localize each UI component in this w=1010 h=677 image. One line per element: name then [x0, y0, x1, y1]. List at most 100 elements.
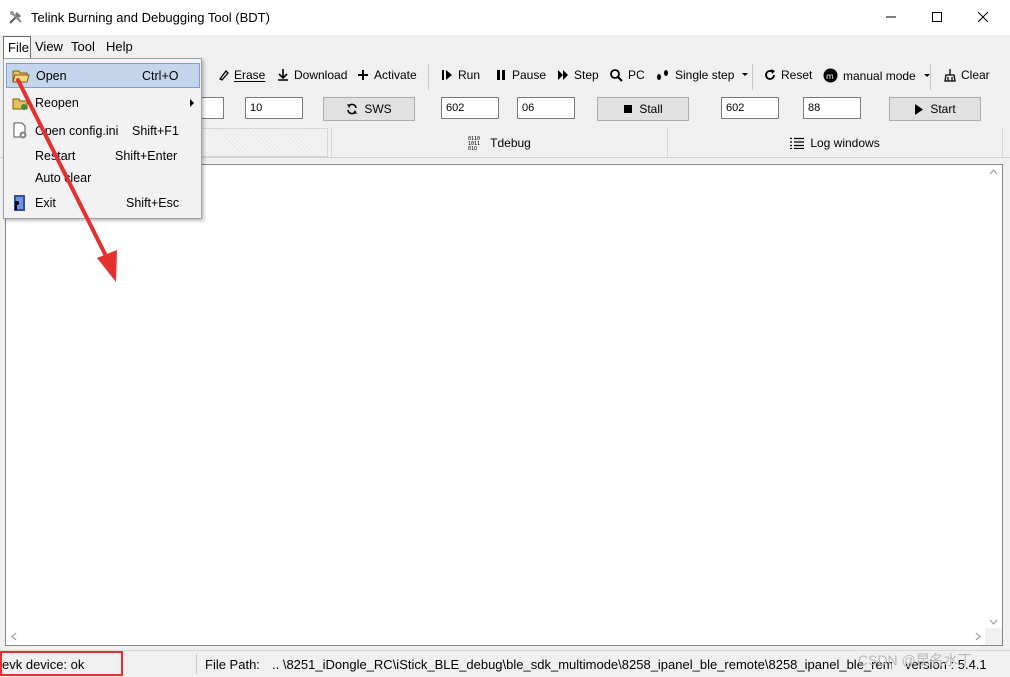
run-label: Run	[458, 68, 481, 82]
watermark: CSDN @昆名水丁	[858, 652, 972, 668]
manual-mode-label: manual mode	[843, 68, 916, 83]
start-button[interactable]: Start	[889, 97, 981, 121]
maximize-button[interactable]	[914, 0, 960, 34]
sws-button[interactable]: SWS	[323, 97, 415, 121]
menu-item-open-config[interactable]: Open config.ini Shift+F1	[6, 119, 200, 143]
config-file-icon	[13, 122, 27, 139]
menu-item-open-label: Open	[36, 69, 67, 83]
vertical-scrollbar[interactable]	[985, 165, 1002, 629]
run-icon	[442, 70, 452, 80]
menu-item-restart-shortcut: Shift+Enter	[115, 149, 178, 163]
param-input-6[interactable]: 88	[803, 97, 861, 119]
scroll-up-icon[interactable]	[989, 169, 998, 175]
pc-button[interactable]: PC	[610, 68, 645, 82]
single-step-dropdown[interactable]: Single step	[655, 68, 755, 82]
output-textarea[interactable]	[5, 164, 1003, 646]
menu-item-exit-label: Exit	[35, 196, 56, 210]
reset-button[interactable]: Reset	[764, 68, 812, 82]
toolbar-separator	[752, 64, 753, 90]
sws-label: SWS	[364, 102, 392, 116]
clear-label: Clear	[961, 68, 990, 82]
list-icon	[790, 137, 805, 149]
binary-icon: 0110101101Q	[468, 136, 480, 151]
download-button[interactable]: Download	[277, 68, 347, 82]
title-bar: Telink Burning and Debugging Tool (BDT)	[0, 0, 1010, 35]
eraser-icon	[219, 70, 229, 81]
tab-first[interactable]	[198, 128, 328, 157]
menu-tool[interactable]: Tool	[71, 39, 95, 54]
menu-item-open[interactable]: Open Ctrl+O	[6, 63, 200, 88]
menu-item-open-shortcut: Ctrl+O	[142, 69, 179, 83]
svg-text:01Q: 01Q	[468, 146, 477, 151]
start-label: Start	[930, 102, 956, 116]
step-icon	[558, 70, 568, 80]
manual-mode-icon: m	[823, 68, 838, 83]
activate-button[interactable]: Activate	[357, 68, 417, 82]
menu-item-reopen[interactable]: Reopen	[6, 91, 200, 115]
close-button[interactable]	[960, 0, 1006, 34]
window-title: Telink Burning and Debugging Tool (BDT)	[31, 10, 270, 25]
pause-icon	[497, 70, 505, 80]
step-button[interactable]: Step	[557, 68, 599, 82]
pc-label: PC	[628, 68, 645, 82]
minimize-button[interactable]	[868, 0, 914, 34]
scroll-left-icon[interactable]	[11, 632, 17, 641]
reopen-folder-icon	[12, 98, 28, 110]
single-step-label: Single step	[675, 68, 735, 82]
menu-item-exit-shortcut: Shift+Esc	[126, 196, 180, 210]
open-folder-icon	[12, 70, 30, 83]
toolbar-separator	[428, 64, 429, 90]
menu-help[interactable]: Help	[106, 39, 133, 54]
tab-log-windows[interactable]: Log windows	[667, 128, 1003, 157]
reset-label: Reset	[781, 68, 813, 82]
param-input-4[interactable]: 06	[517, 97, 575, 119]
submenu-arrow-icon	[190, 99, 194, 107]
download-icon	[278, 69, 288, 81]
menu-item-reopen-label: Reopen	[35, 96, 79, 110]
exit-door-icon	[14, 195, 25, 211]
status-divider	[196, 654, 197, 674]
tab-tdebug[interactable]: 0110 1011 01Q Tdebug	[331, 128, 667, 157]
close-icon	[977, 11, 989, 23]
horizontal-scrollbar[interactable]	[6, 628, 986, 645]
scroll-right-icon[interactable]	[975, 632, 981, 641]
menu-item-auto-clear-label: Auto clear	[35, 171, 92, 185]
param-input-2[interactable]: 10	[245, 97, 303, 119]
menu-item-open-config-shortcut: Shift+F1	[132, 124, 179, 138]
manual-mode-dropdown[interactable]: m manual mode	[823, 68, 937, 83]
menu-view[interactable]: View	[35, 39, 63, 54]
sync-icon	[347, 103, 358, 115]
scroll-down-icon[interactable]	[989, 619, 998, 625]
refresh-icon	[765, 69, 775, 80]
stop-icon	[624, 105, 633, 113]
scrollbar-corner	[985, 628, 1002, 645]
stall-button[interactable]: Stall	[597, 97, 689, 121]
broom-icon	[944, 68, 956, 82]
minimize-icon	[886, 16, 896, 18]
menu-item-exit[interactable]: Exit Shift+Esc	[6, 191, 200, 215]
menu-item-auto-clear[interactable]: Auto clear	[6, 166, 200, 190]
file-path-value: .. \8251_iDongle_RC\iStick_BLE_debug\ble…	[272, 657, 892, 672]
erase-label: Erase	[234, 68, 266, 82]
param-input-5[interactable]: 602	[721, 97, 779, 119]
download-label: Download	[294, 68, 348, 82]
menu-item-restart[interactable]: Restart Shift+Enter	[6, 144, 200, 168]
menu-item-open-config-label: Open config.ini	[35, 124, 119, 138]
plus-icon	[358, 70, 368, 80]
run-button[interactable]: Run	[441, 68, 480, 82]
play-icon	[915, 103, 924, 115]
search-icon	[610, 68, 623, 82]
menu-file[interactable]: File	[3, 36, 31, 58]
param-input-3[interactable]: 602	[441, 97, 499, 119]
file-path-label: File Path:	[205, 657, 260, 672]
menu-item-restart-label: Restart	[35, 149, 76, 163]
pause-button[interactable]: Pause	[495, 68, 546, 82]
menu-bar: File View Tool Help	[0, 35, 1010, 58]
chevron-down-icon	[742, 73, 749, 76]
tab-tdebug-label: Tdebug	[490, 135, 531, 150]
annotation-highlight-box	[0, 651, 123, 676]
stall-label: Stall	[639, 102, 663, 116]
erase-button[interactable]: Erase	[217, 68, 265, 82]
pause-label: Pause	[512, 68, 547, 82]
clear-button[interactable]: Clear	[944, 68, 990, 82]
